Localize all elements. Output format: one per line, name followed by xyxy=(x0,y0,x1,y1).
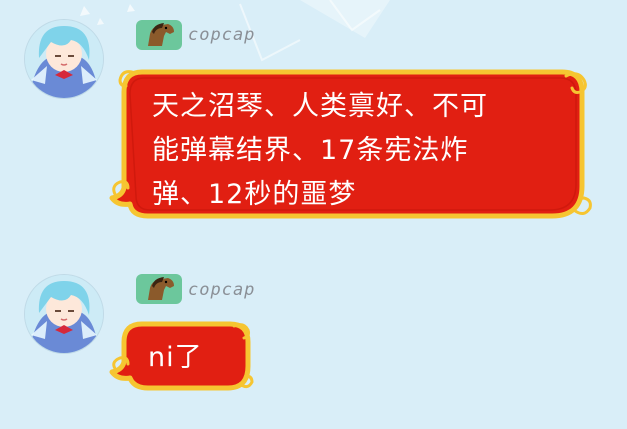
sender-name: copcap xyxy=(188,25,256,45)
cirno-avatar-icon[interactable] xyxy=(25,275,103,353)
cirno-avatar-icon[interactable] xyxy=(25,20,103,98)
horse-badge-icon xyxy=(136,20,182,50)
horse-badge-icon xyxy=(136,274,182,304)
message-text: 天之沼琴、人类禀好、不可 能弹幕结界、17条宪法炸 弹、12秒的噩梦 xyxy=(152,91,488,210)
sender-name: copcap xyxy=(188,280,256,300)
message-text: ni了 xyxy=(148,342,203,373)
